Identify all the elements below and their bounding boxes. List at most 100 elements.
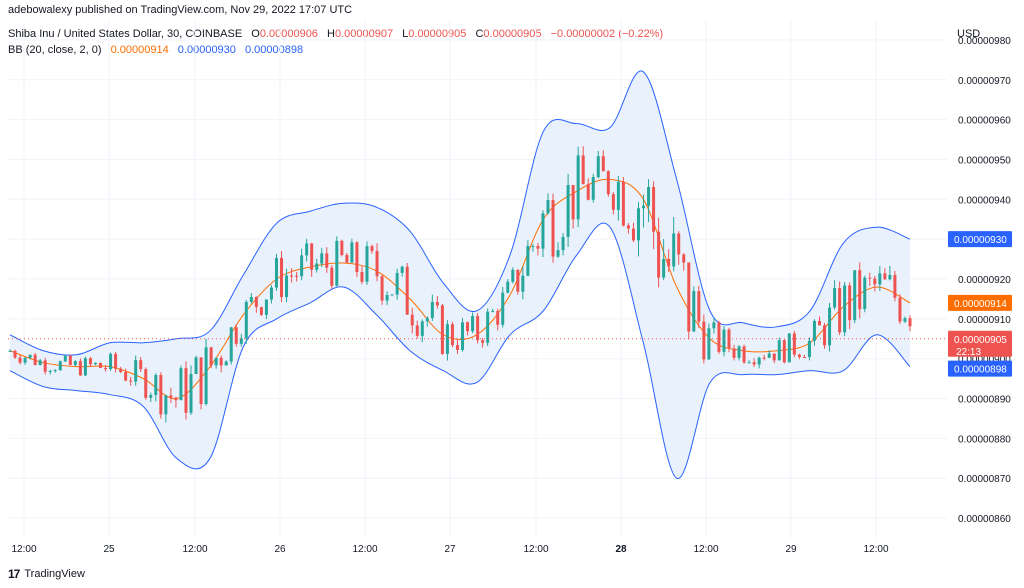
- y-tick-label: 0.00000950: [958, 155, 1011, 166]
- candle-body: [360, 272, 364, 282]
- candle-body: [139, 360, 143, 370]
- candle-body: [214, 357, 218, 366]
- candle-body: [782, 340, 786, 363]
- x-tick-label: 12:00: [352, 544, 377, 555]
- candle-body: [888, 275, 892, 280]
- candle-body: [269, 287, 273, 300]
- candle-body: [506, 281, 510, 293]
- candle-body: [501, 292, 505, 325]
- candle-body: [747, 362, 751, 364]
- candle-body: [38, 360, 42, 365]
- candle-body: [330, 267, 334, 286]
- candle-body: [450, 324, 454, 346]
- candle-body: [395, 272, 399, 295]
- x-tick-label: 12:00: [182, 544, 207, 555]
- y-tick-label: 0.00000940: [958, 195, 1011, 206]
- bollinger-bands: [9, 70, 911, 479]
- candle-body: [707, 328, 711, 360]
- candle-body: [254, 297, 258, 308]
- candle-body: [868, 277, 872, 279]
- candle-body: [496, 311, 500, 325]
- candle-body: [762, 357, 766, 359]
- candle-body: [511, 269, 515, 282]
- candle-body: [320, 253, 324, 264]
- candle-body: [204, 347, 208, 405]
- price-axis[interactable]: 0.00000860 0.00000870 0.00000880 0.00000890…: [958, 36, 1011, 525]
- footer: 17 TradingView: [8, 567, 85, 581]
- candle-body: [772, 353, 776, 361]
- candle-body: [274, 257, 278, 288]
- candle-body: [23, 357, 27, 363]
- candle-body: [385, 295, 389, 301]
- candle-body: [546, 200, 550, 214]
- candle-body: [365, 246, 369, 282]
- x-tick-label: 26: [274, 544, 286, 555]
- candle-body: [692, 291, 696, 332]
- price-chart[interactable]: 0.00000860 0.00000870 0.00000880 0.00000890…: [0, 0, 1024, 588]
- candle-body: [229, 327, 233, 362]
- x-tick-label: 29: [785, 544, 797, 555]
- candle-body: [883, 273, 887, 280]
- candle-body: [63, 355, 67, 362]
- x-tick-label: 28: [615, 544, 627, 555]
- candle-body: [300, 255, 304, 277]
- y-tick-label: 0.00000880: [958, 434, 1011, 445]
- candle-body: [350, 242, 354, 263]
- basis-price-tag-text: 0.00000914: [954, 299, 1007, 310]
- candle-body: [78, 361, 82, 376]
- candle-body: [119, 368, 123, 372]
- candle-body: [315, 263, 319, 270]
- candle-body: [833, 288, 837, 308]
- candle-body: [144, 369, 148, 398]
- candle-body: [556, 250, 560, 257]
- candle-body: [702, 321, 706, 360]
- candle-body: [621, 181, 625, 226]
- candle-body: [526, 245, 530, 276]
- candle-body: [807, 340, 811, 358]
- candle-body: [677, 233, 681, 255]
- candle-body: [471, 316, 475, 332]
- y-tick-label: 0.00000860: [958, 514, 1011, 525]
- candle-body: [903, 318, 907, 322]
- candle-body: [99, 362, 103, 368]
- candle-body: [114, 353, 118, 369]
- candle-body: [93, 362, 97, 365]
- candle-body: [893, 275, 897, 298]
- candle-body: [626, 225, 630, 229]
- candle-body: [83, 358, 87, 376]
- candle-body: [249, 297, 253, 302]
- candle-body: [48, 370, 52, 372]
- y-tick-label: 0.00000960: [958, 116, 1011, 127]
- candle-body: [792, 333, 796, 355]
- candle-body: [400, 266, 404, 273]
- candle-body: [596, 156, 600, 178]
- candle-body: [355, 242, 359, 273]
- candle-body: [521, 275, 525, 292]
- x-tick-label: 25: [103, 544, 115, 555]
- candle-body: [752, 362, 756, 365]
- candle-body: [340, 240, 344, 256]
- candle-body: [631, 228, 635, 241]
- candle-body: [571, 185, 575, 220]
- candle-body: [722, 329, 726, 352]
- candle-body: [149, 395, 153, 398]
- candle-body: [481, 340, 485, 343]
- candle-body: [28, 354, 32, 358]
- candle-body: [737, 346, 741, 358]
- candle-body: [566, 185, 570, 237]
- footer-brand: TradingView: [24, 568, 85, 580]
- candle-body: [662, 258, 666, 278]
- candle-body: [33, 354, 37, 365]
- candle-body: [455, 345, 459, 350]
- candle-body: [732, 348, 736, 358]
- candle-body: [461, 322, 465, 350]
- x-tick-label: 27: [444, 544, 456, 555]
- candle-body: [672, 233, 676, 267]
- candle-body: [259, 307, 263, 315]
- candle-body: [415, 325, 419, 336]
- candle-body: [335, 240, 339, 286]
- candle-body: [491, 311, 495, 313]
- x-tick-label: 12:00: [523, 544, 548, 555]
- time-axis[interactable]: 12:00 25 12:00 26 12:00 27 12:00 28 12:00 29 12:00: [11, 544, 888, 555]
- candle-body: [380, 276, 384, 301]
